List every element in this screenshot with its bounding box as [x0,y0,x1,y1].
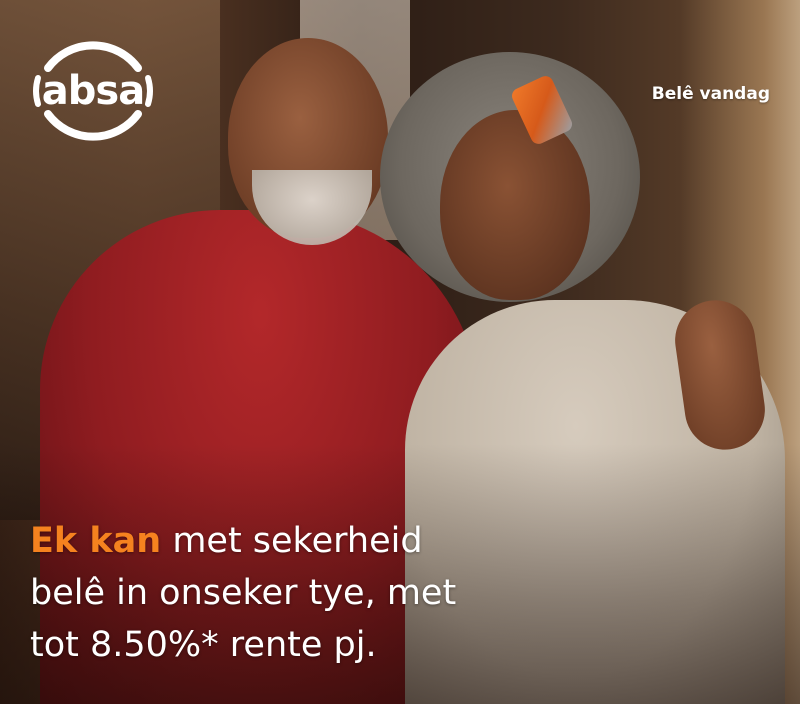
woman-head [440,110,590,300]
headline-line-2: belê in onseker tye, met [30,573,457,613]
headline-line-1-rest: met sekerheid [161,521,423,561]
headline-line-1: Ek kan met sekerheid [30,515,590,567]
invest-today-link[interactable]: Belê vandag [652,84,770,104]
absa-logo-icon[interactable]: absa [30,28,156,154]
headline-accent: Ek kan [30,521,162,561]
ad-banner[interactable]: absa Belê vandag Ek kan met sekerheid be… [0,0,800,704]
headline-line-3: tot 8.50%* rente pj. [30,625,377,665]
logo-text: absa [41,68,145,114]
headline: Ek kan met sekerheid belê in onseker tye… [30,515,590,671]
